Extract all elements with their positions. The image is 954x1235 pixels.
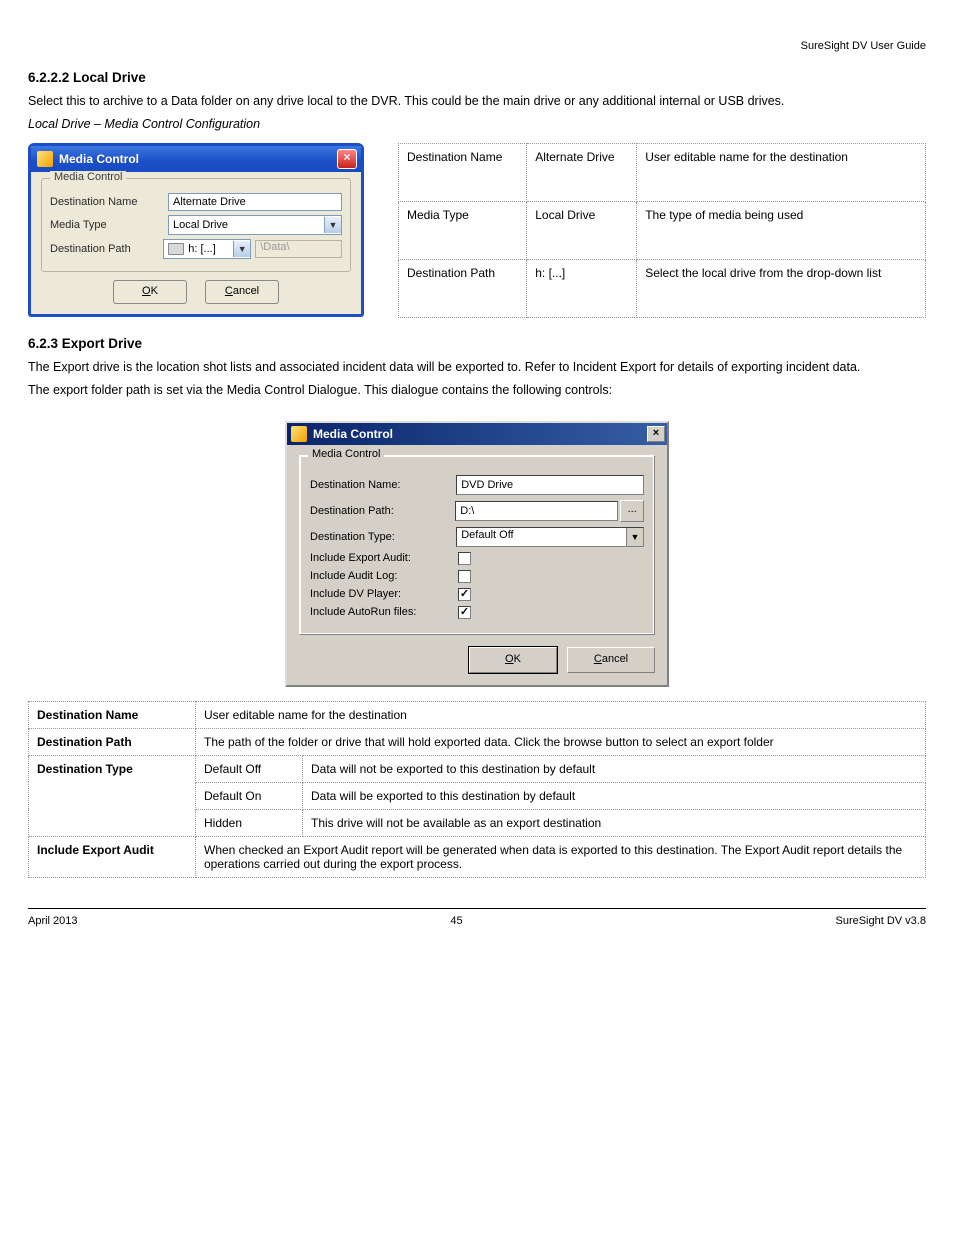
media-type-label: Media Type	[50, 219, 168, 231]
table-row: The path of the folder or drive that wil…	[196, 728, 926, 755]
include-export-audit-checkbox[interactable]	[458, 552, 471, 565]
destination-name-field[interactable]	[168, 193, 342, 211]
page-footer: April 2013 45 SureSight DV v3.8	[28, 915, 926, 927]
table-row: Destination Name	[399, 143, 527, 201]
table-row: Destination Type	[29, 755, 196, 836]
destination-subpath-disabled: \Data\	[255, 240, 342, 258]
table-row: Destination Path	[399, 259, 527, 317]
section-export-drive-title: 6.2.3 Export Drive	[28, 336, 926, 351]
drive-icon	[168, 243, 184, 255]
include-dv-player-checkbox[interactable]: ✓	[458, 588, 471, 601]
dialog-titlebar: Media Control ×	[31, 146, 361, 172]
app-icon	[291, 426, 307, 442]
footer-version: SureSight DV v3.8	[835, 915, 926, 927]
page-header: SureSight DV User Guide	[28, 40, 926, 52]
destination-path-label: Destination Path	[50, 243, 163, 255]
media-control-dialog-export: Media Control × Media Control Destinatio…	[285, 421, 669, 687]
table-row: User editable name for the destination	[637, 143, 926, 201]
destination-type-select[interactable]: Default Off ▼	[456, 527, 644, 547]
destination-name-label: Destination Name:	[310, 479, 456, 491]
chevron-down-icon[interactable]: ▼	[626, 528, 643, 546]
cancel-button[interactable]: Cancel	[567, 647, 655, 673]
include-audit-log-checkbox[interactable]	[458, 570, 471, 583]
dialog-title: Media Control	[59, 152, 139, 166]
include-dv-player-label: Include DV Player:	[310, 588, 458, 600]
destination-drive-select[interactable]: h: [...] ▼	[163, 239, 251, 259]
media-type-value: Local Drive	[169, 219, 324, 231]
section-local-drive-caption: Local Drive – Media Control Configuratio…	[28, 116, 926, 133]
ok-button[interactable]: OK	[469, 647, 557, 673]
close-icon[interactable]: ×	[647, 426, 665, 442]
include-autorun-checkbox[interactable]: ✓	[458, 606, 471, 619]
table-row: When checked an Export Audit report will…	[196, 836, 926, 877]
table-row: Destination Path	[29, 728, 196, 755]
app-icon	[37, 151, 53, 167]
section-export-drive-p2: The export folder path is set via the Me…	[28, 382, 926, 399]
media-control-dialog-local: Media Control × Media Control Destinatio…	[28, 143, 364, 317]
local-drive-config-table: Media Control × Media Control Destinatio…	[28, 143, 926, 318]
media-type-select[interactable]: Local Drive ▼	[168, 215, 342, 235]
cancel-button[interactable]: Cancel	[205, 280, 279, 304]
table-row: Select the local drive from the drop-dow…	[637, 259, 926, 317]
dialog-titlebar: Media Control ×	[287, 423, 667, 445]
dialog-title: Media Control	[313, 427, 393, 441]
browse-button[interactable]: ...	[620, 500, 644, 522]
table-row: Include Export Audit	[29, 836, 196, 877]
table-row: h: [...]	[527, 259, 637, 317]
table-row: User editable name for the destination	[196, 701, 926, 728]
include-audit-log-label: Include Audit Log:	[310, 570, 458, 582]
table-row: Default Off	[196, 755, 303, 782]
table-row: Data will not be exported to this destin…	[303, 755, 926, 782]
table-row: Local Drive	[527, 201, 637, 259]
footer-page-number: 45	[450, 915, 462, 927]
section-local-drive-title: 6.2.2.2 Local Drive	[28, 70, 926, 85]
table-row: This drive will not be available as an e…	[303, 809, 926, 836]
footer-date: April 2013	[28, 915, 78, 927]
destination-path-field[interactable]	[455, 501, 618, 521]
table-row: The type of media being used	[637, 201, 926, 259]
destination-name-label: Destination Name	[50, 196, 168, 208]
destination-path-label: Destination Path:	[310, 505, 455, 517]
chevron-down-icon[interactable]: ▼	[324, 217, 341, 233]
table-row: Default On	[196, 782, 303, 809]
export-controls-table: Destination Name User editable name for …	[28, 701, 926, 878]
destination-type-label: Destination Type:	[310, 531, 456, 543]
destination-drive-value: h: [...]	[188, 243, 216, 255]
ok-button[interactable]: OK	[113, 280, 187, 304]
table-row: Data will be exported to this destinatio…	[303, 782, 926, 809]
group-legend: Media Control	[50, 171, 126, 183]
section-export-drive-p1: The Export drive is the location shot li…	[28, 359, 926, 376]
table-row: Media Type	[399, 201, 527, 259]
close-icon[interactable]: ×	[337, 149, 357, 169]
destination-type-value: Default Off	[457, 528, 626, 546]
section-local-drive-p1: Select this to archive to a Data folder …	[28, 93, 926, 110]
include-autorun-label: Include AutoRun files:	[310, 606, 458, 618]
table-row: Hidden	[196, 809, 303, 836]
table-row: Destination Name	[29, 701, 196, 728]
destination-name-field[interactable]	[456, 475, 644, 495]
chevron-down-icon[interactable]: ▼	[233, 241, 250, 257]
group-legend: Media Control	[308, 448, 384, 460]
table-row: Alternate Drive	[527, 143, 637, 201]
include-export-audit-label: Include Export Audit:	[310, 552, 458, 564]
